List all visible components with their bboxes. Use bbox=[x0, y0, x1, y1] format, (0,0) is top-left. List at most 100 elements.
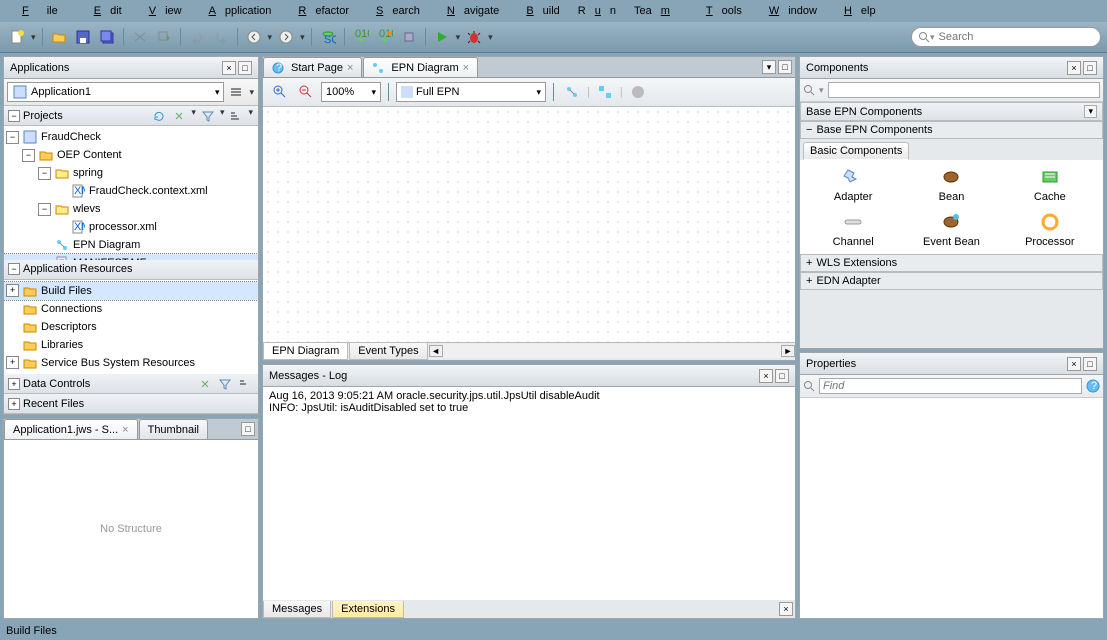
close-icon[interactable]: × bbox=[759, 369, 773, 383]
new-button[interactable] bbox=[6, 26, 28, 48]
restore-icon[interactable]: □ bbox=[778, 60, 792, 74]
build-button[interactable]: 0101 bbox=[350, 26, 372, 48]
component-search-input[interactable] bbox=[828, 82, 1100, 98]
app-resources-section-header[interactable]: − Application Resources bbox=[4, 260, 258, 280]
options-icon[interactable] bbox=[236, 375, 254, 393]
tree-node-file[interactable]: XMLFraudCheck.context.xml bbox=[4, 182, 258, 200]
tree-node[interactable]: +Service Bus System Resources bbox=[4, 354, 258, 372]
tree-node-epn[interactable]: EPN Diagram bbox=[4, 236, 258, 254]
sync-icon[interactable] bbox=[170, 107, 188, 125]
palette-processor[interactable]: Processor bbox=[1003, 211, 1097, 248]
menu-run[interactable]: Run bbox=[569, 2, 625, 20]
palette-channel[interactable]: Channel bbox=[806, 211, 900, 248]
properties-find-input[interactable] bbox=[819, 378, 1082, 394]
close-icon[interactable]: × bbox=[122, 424, 128, 436]
refresh-icon[interactable] bbox=[150, 107, 168, 125]
menu-help[interactable]: Help bbox=[826, 2, 885, 20]
palette-cache[interactable]: Cache bbox=[1003, 166, 1097, 203]
close-icon[interactable]: × bbox=[779, 602, 793, 616]
restore-icon[interactable]: □ bbox=[775, 369, 789, 383]
open-button[interactable] bbox=[48, 26, 70, 48]
zoom-out-icon[interactable] bbox=[295, 81, 317, 103]
menu-application[interactable]: Application bbox=[191, 2, 281, 20]
restore-icon[interactable]: □ bbox=[1083, 357, 1097, 371]
menu-icon[interactable]: ▾ bbox=[762, 60, 776, 74]
menu-view[interactable]: View bbox=[131, 2, 191, 20]
options-icon[interactable] bbox=[227, 107, 245, 125]
save-all-button[interactable] bbox=[96, 26, 118, 48]
recent-files-section-header[interactable]: + Recent Files bbox=[4, 394, 258, 414]
filter-icon[interactable] bbox=[199, 107, 217, 125]
menu-team[interactable]: Team bbox=[625, 2, 688, 20]
palette-event-bean[interactable]: Event Bean bbox=[904, 211, 998, 248]
component-group-header[interactable]: +WLS Extensions bbox=[800, 254, 1103, 272]
scroll-left-icon[interactable]: ◄ bbox=[429, 345, 443, 357]
palette-bean[interactable]: Bean bbox=[904, 166, 998, 203]
scroll-right-icon[interactable]: ► bbox=[781, 345, 795, 357]
menu-file[interactable]: File bbox=[4, 2, 76, 20]
projects-section-header[interactable]: − Projects ▾ ▾ ▾ bbox=[4, 106, 258, 126]
menu-refactor[interactable]: Refactor bbox=[280, 2, 358, 20]
component-group-header[interactable]: −Base EPN Components bbox=[800, 121, 1103, 139]
tab-file-structure[interactable]: Application1.jws - S...× bbox=[4, 419, 138, 439]
sync-icon[interactable] bbox=[196, 375, 214, 393]
run-button[interactable] bbox=[431, 26, 453, 48]
tree-node[interactable]: −spring bbox=[4, 164, 258, 182]
debug-button[interactable] bbox=[463, 26, 485, 48]
restore-icon[interactable]: □ bbox=[1083, 61, 1097, 75]
tab-messages[interactable]: Messages bbox=[263, 601, 331, 618]
menu-build[interactable]: Build bbox=[508, 2, 568, 20]
link-nodes-icon[interactable] bbox=[561, 81, 583, 103]
log-body[interactable]: Aug 16, 2013 9:05:21 AM oracle.security.… bbox=[263, 387, 795, 600]
palette-adapter[interactable]: Adapter bbox=[806, 166, 900, 203]
help-icon[interactable]: ? bbox=[1086, 379, 1100, 393]
tree-node[interactable]: −OEP Content bbox=[4, 146, 258, 164]
layout-icon[interactable] bbox=[594, 81, 616, 103]
sql-button[interactable]: SQL bbox=[317, 26, 339, 48]
save-button[interactable] bbox=[72, 26, 94, 48]
tree-node[interactable]: Libraries bbox=[4, 336, 258, 354]
copy-button[interactable] bbox=[153, 26, 175, 48]
data-controls-section-header[interactable]: + Data Controls bbox=[4, 374, 258, 394]
rebuild-button[interactable]: 0101 bbox=[374, 26, 396, 48]
subtab-epn-diagram[interactable]: EPN Diagram bbox=[263, 343, 348, 360]
restore-icon[interactable]: □ bbox=[241, 422, 255, 436]
filter-icon[interactable] bbox=[216, 375, 234, 393]
subtab-event-types[interactable]: Event Types bbox=[349, 343, 427, 360]
tab-epn-diagram[interactable]: EPN Diagram× bbox=[363, 57, 478, 77]
app-resources-tree[interactable]: +Build Files Connections Descriptors Lib… bbox=[4, 280, 258, 375]
close-icon[interactable]: × bbox=[1067, 357, 1081, 371]
zoom-combo[interactable]: 100%▾ bbox=[321, 82, 381, 102]
tab-extensions[interactable]: Extensions bbox=[332, 601, 404, 618]
diagram-canvas[interactable] bbox=[263, 107, 795, 342]
tree-node-file[interactable]: XMLprocessor.xml bbox=[4, 218, 258, 236]
global-search-input[interactable]: ▾ bbox=[911, 27, 1101, 47]
menu-window[interactable]: Window bbox=[751, 2, 826, 20]
deploy-button[interactable] bbox=[398, 26, 420, 48]
tree-node[interactable]: Connections bbox=[4, 300, 258, 318]
forward-button[interactable] bbox=[275, 26, 297, 48]
project-tree[interactable]: −FraudCheck −OEP Content −spring XMLFrau… bbox=[4, 126, 258, 260]
tree-node[interactable]: +Build Files bbox=[4, 282, 258, 300]
tab-start-page[interactable]: ?Start Page× bbox=[263, 57, 362, 77]
close-icon[interactable]: × bbox=[463, 62, 469, 74]
tab-thumbnail[interactable]: Thumbnail bbox=[139, 419, 208, 439]
close-icon[interactable]: × bbox=[222, 61, 236, 75]
component-subgroup-tab[interactable]: Basic Components bbox=[803, 142, 909, 160]
app-menu-button[interactable] bbox=[227, 83, 245, 101]
tree-node[interactable]: −wlevs bbox=[4, 200, 258, 218]
menu-tools[interactable]: Tools bbox=[688, 2, 751, 20]
application-selector[interactable]: Application1 ▾ bbox=[7, 82, 224, 102]
component-category-combo[interactable]: Base EPN Components▾ bbox=[800, 102, 1103, 121]
component-group-header[interactable]: +EDN Adapter bbox=[800, 272, 1103, 290]
restore-icon[interactable]: □ bbox=[238, 61, 252, 75]
zoom-in-icon[interactable] bbox=[269, 81, 291, 103]
back-button[interactable] bbox=[243, 26, 265, 48]
menu-navigate[interactable]: Navigate bbox=[429, 2, 508, 20]
close-icon[interactable]: × bbox=[347, 62, 353, 74]
menu-search[interactable]: Search bbox=[358, 2, 429, 20]
tree-node-root[interactable]: −FraudCheck bbox=[4, 128, 258, 146]
tree-node[interactable]: Descriptors bbox=[4, 318, 258, 336]
menu-edit[interactable]: Edit bbox=[76, 2, 131, 20]
close-icon[interactable]: × bbox=[1067, 61, 1081, 75]
